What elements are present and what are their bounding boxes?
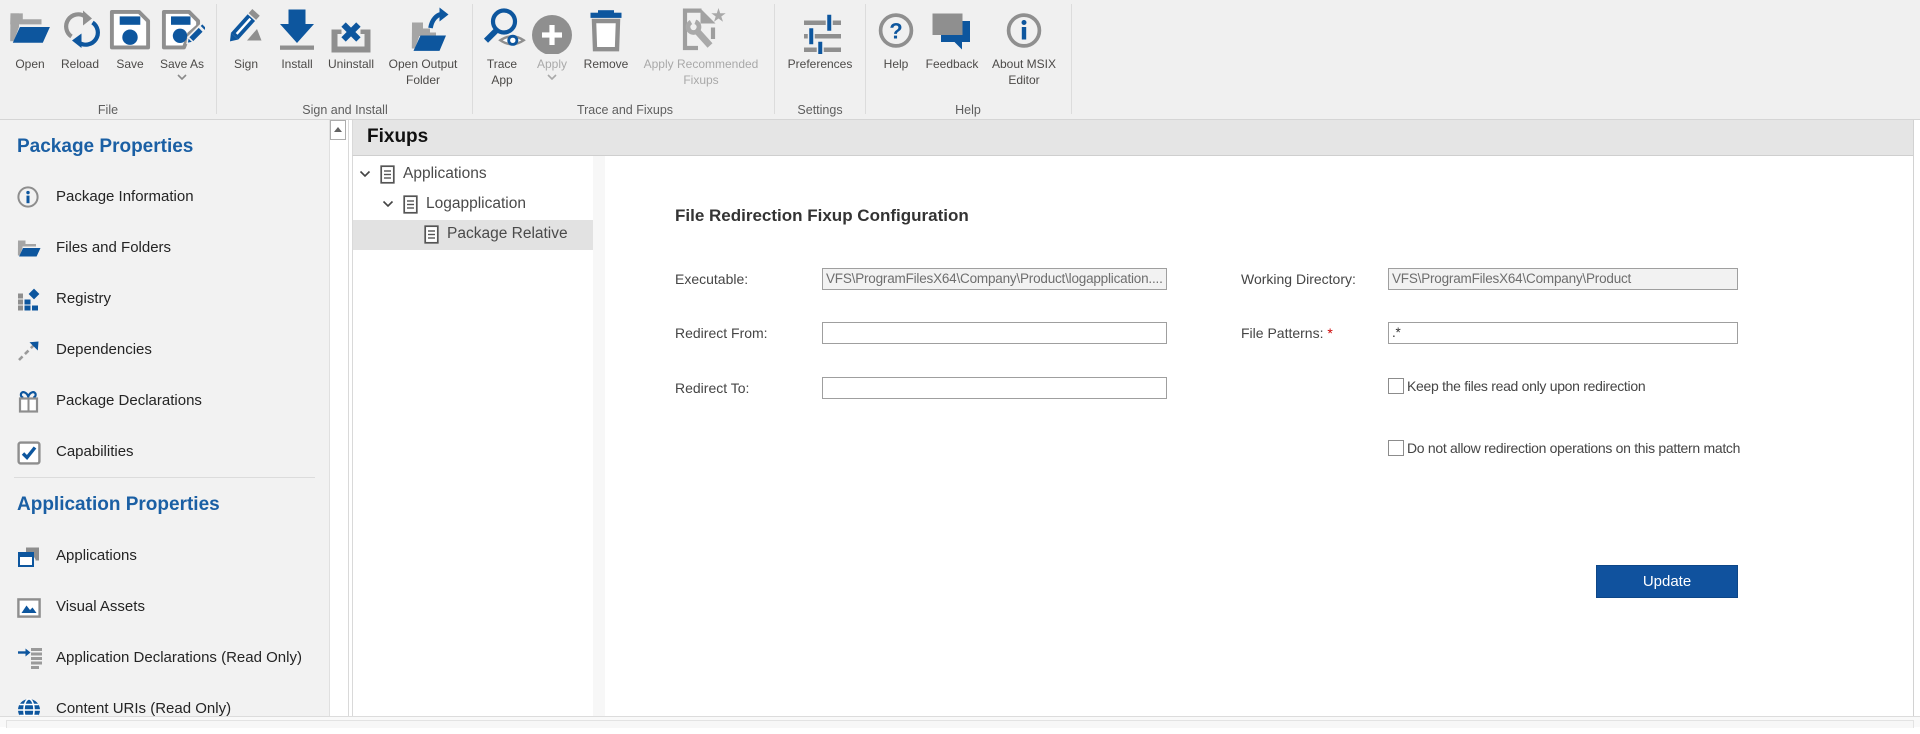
svg-text:?: ? [889,19,902,44]
